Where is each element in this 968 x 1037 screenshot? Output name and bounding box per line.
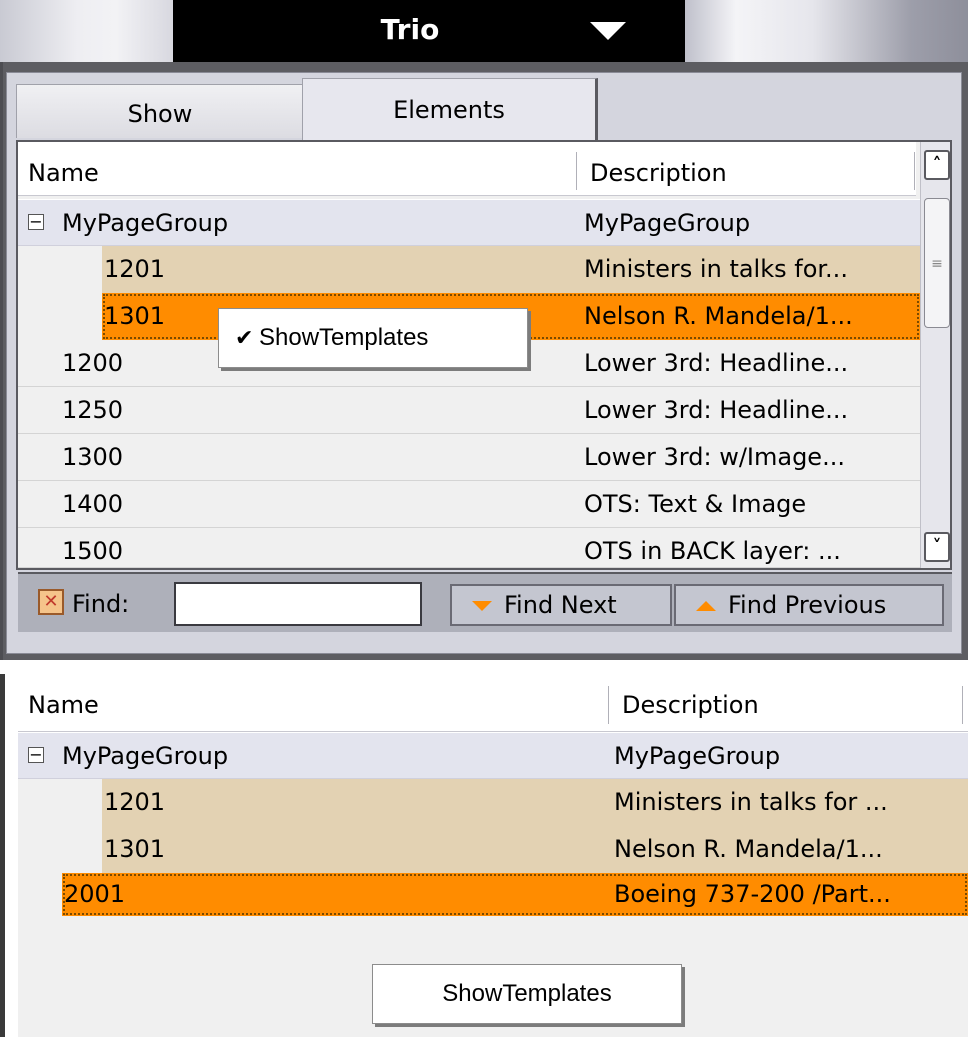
app-title: Trio xyxy=(380,13,440,46)
list-row[interactable]: 1500 OTS in BACK layer: ... xyxy=(18,528,920,568)
row-description: Ministers in talks for... xyxy=(584,255,848,283)
scroll-up-icon[interactable]: ˄ xyxy=(924,150,950,180)
row-description: Boeing 737-200 /Part... xyxy=(614,880,891,908)
row-description: Lower 3rd: w/Image... xyxy=(584,443,845,471)
list-row-group[interactable]: − MyPageGroup MyPageGroup xyxy=(18,732,968,779)
close-find-icon[interactable]: ✕ xyxy=(38,589,64,615)
row-name: 1250 xyxy=(62,396,124,424)
bottom-panel-edge xyxy=(0,674,5,1037)
list-row-selected[interactable]: 2001 Boeing 737-200 /Part... xyxy=(18,873,968,920)
list-row[interactable]: 1300 Lower 3rd: w/Image... xyxy=(18,434,920,481)
find-input[interactable] xyxy=(174,582,422,626)
find-previous-button[interactable]: Find Previous xyxy=(674,584,944,626)
column-header-description[interactable]: Description xyxy=(622,676,759,734)
row-description: Ministers in talks for ... xyxy=(614,788,888,816)
tab-elements[interactable]: Elements xyxy=(302,78,598,140)
row-name: MyPageGroup xyxy=(62,742,229,770)
list-row[interactable]: 1201 Ministers in talks for... xyxy=(18,246,920,293)
row-name: 1200 xyxy=(62,349,124,377)
context-menu: ShowTemplates xyxy=(372,964,682,1024)
row-name: 2001 xyxy=(64,880,126,908)
scroll-down-icon[interactable]: ˅ xyxy=(924,532,950,562)
scroll-thumb[interactable]: ≡ xyxy=(924,198,950,328)
row-description: Lower 3rd: Headline... xyxy=(584,396,849,424)
row-description: OTS in BACK layer: ... xyxy=(584,537,841,565)
chevron-down-icon[interactable] xyxy=(590,22,626,40)
row-name: 1201 xyxy=(104,255,166,283)
collapse-icon[interactable]: − xyxy=(28,214,44,230)
row-name: 1400 xyxy=(62,490,124,518)
context-menu: ✔ ShowTemplates xyxy=(218,308,528,368)
row-description: Lower 3rd: Headline... xyxy=(584,349,849,377)
list-header xyxy=(18,674,968,732)
list-row[interactable]: 1301 Nelson R. Mandela/1... xyxy=(18,826,968,873)
row-description: MyPageGroup xyxy=(614,742,781,770)
row-description: OTS: Text & Image xyxy=(584,490,807,518)
row-name: 1301 xyxy=(104,302,166,330)
checkmark-icon: ✔ xyxy=(235,325,254,350)
arrow-up-icon xyxy=(696,601,716,611)
collapse-icon[interactable]: − xyxy=(28,747,44,763)
row-description: Nelson R. Mandela/1... xyxy=(614,835,883,863)
arrow-down-icon xyxy=(472,601,492,611)
title-bar-right xyxy=(685,0,968,62)
row-name: 1300 xyxy=(62,443,124,471)
column-divider[interactable] xyxy=(914,152,915,190)
row-name: MyPageGroup xyxy=(62,209,229,237)
column-divider[interactable] xyxy=(608,686,609,724)
list-row[interactable]: 1201 Ministers in talks for ... xyxy=(18,779,968,826)
list-row[interactable]: 1250 Lower 3rd: Headline... xyxy=(18,387,920,434)
find-next-button[interactable]: Find Next xyxy=(450,584,672,626)
column-header-description[interactable]: Description xyxy=(590,142,727,200)
row-description: Nelson R. Mandela/1... xyxy=(584,302,853,330)
list-row-group[interactable]: − MyPageGroup MyPageGroup xyxy=(18,199,920,246)
menu-item-show-templates[interactable]: ShowTemplates xyxy=(442,980,611,1007)
row-description: MyPageGroup xyxy=(584,209,751,237)
column-header-name[interactable]: Name xyxy=(28,142,99,200)
tab-show[interactable]: Show xyxy=(16,84,304,138)
list-header xyxy=(18,142,916,196)
row-name: 1500 xyxy=(62,537,124,565)
find-label: Find: xyxy=(72,590,130,618)
column-header-name[interactable]: Name xyxy=(28,676,99,734)
column-divider[interactable] xyxy=(962,686,963,724)
menu-item-show-templates[interactable]: ShowTemplates xyxy=(259,309,428,367)
column-divider[interactable] xyxy=(576,152,577,190)
row-name: 1301 xyxy=(104,835,166,863)
list-row[interactable]: 1400 OTS: Text & Image xyxy=(18,481,920,528)
row-name: 1201 xyxy=(104,788,166,816)
